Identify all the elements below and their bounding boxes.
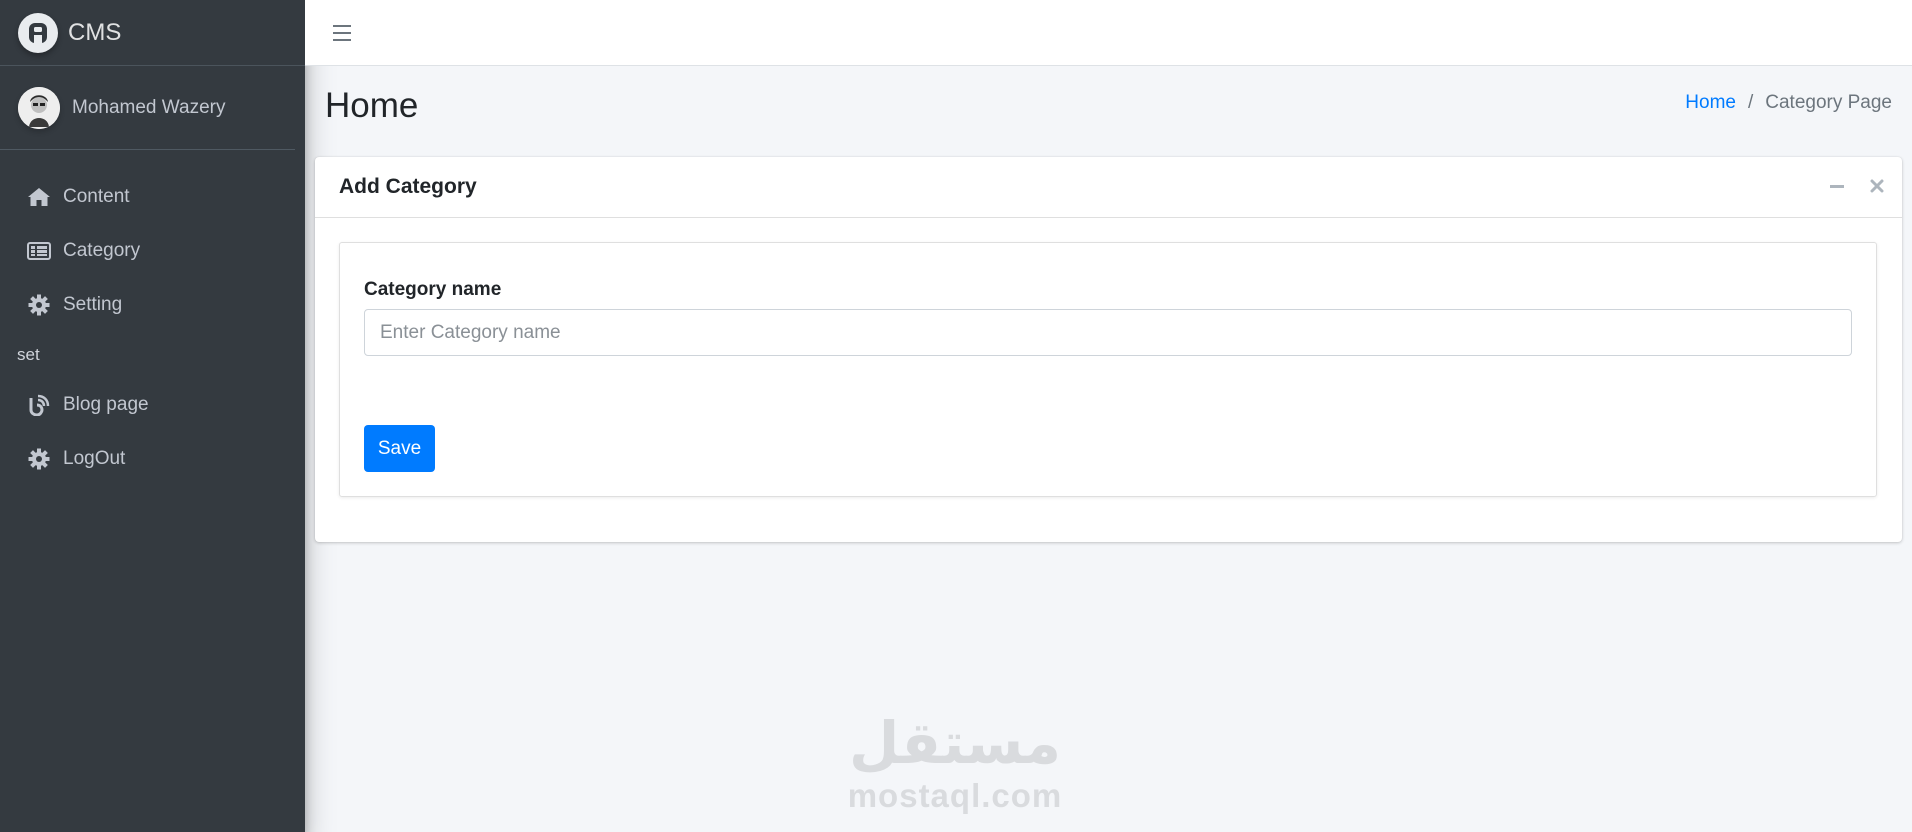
avatar	[18, 86, 60, 129]
watermark-latin: mostaql.com	[847, 777, 1063, 814]
sidebar-nav: Content Category Setting set Blog page L…	[0, 150, 305, 486]
user-name: Mohamed Wazery	[72, 96, 226, 118]
top-navbar	[305, 0, 1912, 66]
sidebar: CMS Mohamed Wazery Content Category Sett…	[0, 0, 305, 832]
sidebar-item-label: LogOut	[63, 448, 126, 469]
sidebar-header: set	[17, 345, 40, 364]
sidebar-item-logout[interactable]: LogOut	[0, 432, 305, 486]
sidebar-item-label: Blog page	[63, 394, 149, 415]
blog-icon	[27, 393, 51, 417]
sidebar-item-setting[interactable]: Setting	[0, 278, 305, 332]
remove-button[interactable]	[1868, 175, 1886, 197]
sidebar-item-label: Content	[63, 186, 130, 207]
category-form: Category name Save	[339, 242, 1877, 497]
sidebar-item-content[interactable]: Content	[0, 170, 305, 224]
collapse-button[interactable]	[1828, 175, 1846, 197]
breadcrumb-home-link[interactable]: Home	[1685, 92, 1736, 114]
sidebar-item-category[interactable]: Category	[0, 224, 305, 278]
category-name-input[interactable]	[364, 309, 1852, 356]
menu-toggle-icon[interactable]	[333, 18, 363, 48]
watermark-arabic: مستقل	[848, 709, 1062, 777]
brand-text: CMS	[68, 18, 122, 46]
page-title: Home	[325, 86, 419, 125]
gear-icon	[27, 447, 51, 471]
add-category-card: Add Category Category name Save	[315, 157, 1902, 542]
category-name-label: Category name	[364, 279, 502, 300]
sidebar-item-label: Setting	[63, 294, 123, 315]
watermark: مستقل mostaql.com	[845, 708, 1065, 814]
close-icon	[1870, 179, 1884, 193]
content-header: Home Home / Category Page	[305, 66, 1912, 156]
home-icon	[27, 185, 51, 209]
sidebar-item-blog-page[interactable]: Blog page	[0, 378, 305, 432]
breadcrumb: Home / Category Page	[1685, 92, 1892, 114]
breadcrumb-current: Category Page	[1765, 92, 1892, 113]
card-tools	[1828, 175, 1886, 197]
brand-link[interactable]: CMS	[0, 0, 305, 66]
save-button[interactable]: Save	[364, 425, 435, 472]
sidebar-item-label: Category	[63, 240, 141, 261]
minus-icon	[1830, 185, 1844, 188]
card-header: Add Category	[315, 157, 1902, 218]
brand-logo-icon	[18, 12, 58, 53]
gear-icon	[27, 293, 51, 317]
list-icon	[27, 239, 51, 263]
breadcrumb-separator: /	[1747, 92, 1754, 113]
card-title: Add Category	[339, 175, 477, 198]
user-panel[interactable]: Mohamed Wazery	[0, 66, 295, 150]
